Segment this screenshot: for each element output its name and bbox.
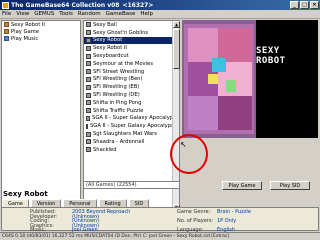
list-item[interactable]: Shaadra - Ardonnell (84, 138, 179, 146)
game-icon (86, 22, 91, 28)
tab-rating[interactable]: Rating (98, 199, 127, 207)
menu-bar: File View GEMUS Tools Random GameBase He… (0, 10, 320, 19)
tab-version[interactable]: Version (30, 199, 62, 207)
game-icon (86, 108, 91, 114)
cursor-arrow-icon: ↖ (180, 140, 187, 149)
list-item-label: Shackled (93, 146, 117, 153)
list-item[interactable]: Sexyboardcut (84, 52, 179, 60)
list-item[interactable]: Shackled (84, 146, 179, 154)
game-icon (86, 100, 91, 106)
list-item-label: SFI Wrestling (Ben) (93, 76, 143, 83)
close-button[interactable]: × (310, 1, 319, 9)
game-icon (86, 37, 91, 43)
menu-file[interactable]: File (2, 11, 11, 17)
game-icon (86, 84, 91, 90)
game-icon (4, 29, 9, 34)
tab-game[interactable]: Game (2, 199, 29, 207)
list-item[interactable]: Sgt Slaughters Mat Wars (84, 130, 179, 138)
game-info-panel: Published: 2003 Beyond Reproach Develope… (1, 207, 319, 233)
window-title-bar: The GameBase64 Collection v08 <16327> _ … (0, 0, 320, 10)
scrollbar-thumb[interactable] (173, 29, 180, 69)
menu-tools[interactable]: Tools (59, 11, 73, 17)
menu-view[interactable]: View (16, 11, 29, 17)
list-item[interactable]: SGA II - Super Galaxy Apocalypse II (84, 122, 179, 130)
screenshot-art (182, 20, 256, 138)
play-sid-button[interactable]: Play SID (270, 181, 310, 190)
list-item-label: SGA II - Super Galaxy Apocalypse (92, 115, 179, 122)
list-item-label: SFI Wrestling (DE) (93, 92, 140, 99)
app-icon (2, 1, 9, 9)
list-item[interactable]: Seymour at the Movies (84, 60, 179, 68)
list-item[interactable]: Shifta Traffic Puzzle (84, 107, 179, 115)
tree-item-label: Sexy Robot II (11, 21, 45, 28)
list-item[interactable]: SFI Wrestling (Ben) (84, 76, 179, 84)
menu-help[interactable]: Help (140, 11, 153, 17)
menu-gemus[interactable]: GEMUS (34, 11, 54, 17)
list-item-label: SFI Wrestling (EB) (93, 84, 140, 91)
tab-sid[interactable]: SID (128, 199, 150, 207)
list-item-label: SFI Street Wrestling (93, 68, 145, 75)
game-tree-panel: Sexy Robot II Play Game Play Music (1, 20, 81, 212)
game-icon (86, 30, 91, 36)
play-game-button[interactable]: Play Game (222, 181, 262, 190)
genre-label: Game Genre: (177, 209, 211, 215)
list-item[interactable]: SFI Wrestling (DE) (84, 91, 179, 99)
list-item[interactable]: Sexy Ghost'n Goblins (84, 29, 179, 37)
list-item-label: Seymour at the Movies (93, 60, 153, 67)
list-item[interactable]: Sexy Ball (84, 21, 179, 29)
tree-item-play-music[interactable]: Play Music (2, 35, 80, 42)
game-icon (4, 22, 9, 27)
tree-item-label: Play Game (11, 28, 39, 35)
info-tabs: Game Version Personal Rating SID (2, 199, 150, 207)
list-item-label: Sexy Robot II (93, 45, 127, 52)
status-bar: C64S 0.18 (d0/83/01) 16,327 52 ms MUSICD… (0, 232, 320, 240)
list-item[interactable]: Sexy Robot II (84, 44, 179, 52)
list-item-label: Sexyboardcut (93, 53, 129, 60)
screenshot-caption: SEXY ROBOT (256, 46, 286, 66)
game-icon (86, 131, 91, 137)
list-item-label: Shaadra - Ardonnell (93, 138, 145, 145)
list-item[interactable]: Shifta in Ping Pong (84, 99, 179, 107)
list-item-label: Sexy Robot (93, 37, 123, 44)
tab-personal[interactable]: Personal (63, 199, 97, 207)
window-title: The GameBase64 Collection v08 (11, 1, 120, 9)
filter-select[interactable]: (All Games) (22554) (83, 181, 180, 189)
menu-gamebase[interactable]: GameBase (106, 11, 136, 17)
tree-item-label: Play Music (11, 35, 39, 42)
game-icon (86, 69, 91, 75)
list-item-label: Shifta in Ping Pong (93, 99, 142, 106)
maximize-button[interactable]: □ (300, 1, 309, 9)
scroll-up-icon[interactable]: ▲ (173, 21, 180, 28)
list-item[interactable]: SFI Street Wrestling (84, 68, 179, 76)
game-icon (86, 139, 91, 145)
list-item-label: Sexy Ball (93, 21, 117, 28)
game-icon (86, 45, 91, 51)
genre-value[interactable]: Brain - Puzzle (217, 209, 251, 215)
list-item-label: Sexy Ghost'n Goblins (93, 29, 149, 36)
list-item-label: SGA II - Super Galaxy Apocalypse II (90, 123, 180, 130)
game-icon (86, 92, 91, 98)
music-icon (4, 36, 9, 41)
game-icon (86, 61, 91, 67)
game-icon (86, 76, 91, 82)
list-item[interactable]: SGA II - Super Galaxy Apocalypse (84, 115, 179, 123)
game-icon (86, 115, 91, 121)
game-icon (86, 53, 91, 59)
game-icon (86, 123, 88, 129)
window-title-count: <16327> (122, 1, 154, 9)
list-item[interactable]: SFI Wrestling (EB) (84, 83, 179, 91)
game-title: Sexy Robot (3, 190, 48, 198)
players-label: No. of Players: (177, 218, 214, 224)
list-item-label: Sgt Slaughters Mat Wars (93, 131, 157, 138)
list-item[interactable]: Sexy Robot (84, 36, 179, 45)
players-value[interactable]: 1P Only (217, 218, 236, 224)
minimize-button[interactable]: _ (290, 1, 299, 9)
annotation-circle (170, 134, 208, 174)
tree-item-play-game[interactable]: Play Game (2, 28, 80, 35)
list-item-label: Shifta Traffic Puzzle (93, 107, 144, 114)
game-screenshot: SEXY ROBOT (182, 20, 318, 138)
menu-random[interactable]: Random (78, 11, 101, 17)
tree-item-game[interactable]: Sexy Robot II (2, 21, 80, 28)
game-icon (86, 147, 91, 153)
